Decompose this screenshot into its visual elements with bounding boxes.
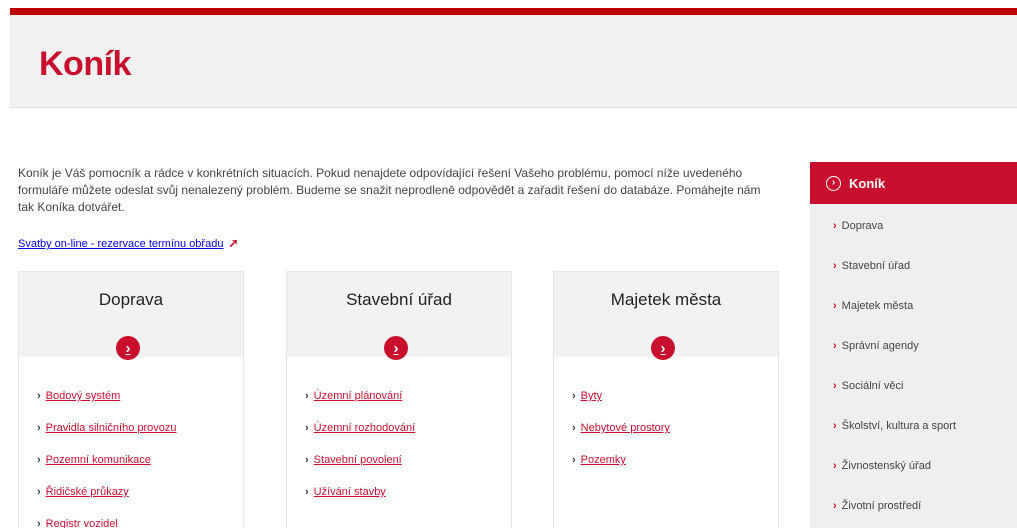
card-doprava: Doprava › › Bodový systém › Pravidla silni… [18,271,244,528]
card-link-list: › Bodový systém › Pravidla silničního prov… [37,389,177,528]
sidebar-item-spravni-agendy[interactable]: › Správní agendy [833,339,1017,379]
card-title: Doprava [98,290,164,309]
sidebar-nav: › Koník › Doprava › Stavební úřad › Majetek… [810,162,1017,528]
card-title: Majetek města [610,290,722,309]
card-link[interactable]: Pozemní komunikace [46,454,151,466]
chevron-right-icon[interactable]: › [116,336,140,360]
card-link[interactable]: Pravidla silničního provozu [46,422,177,434]
card-link[interactable]: Bodový systém [46,390,121,402]
card-title: Stavební úřad [346,290,452,309]
card-majetek-mesta: Majetek města › › Byty › Nebytové prostory… [553,271,779,528]
card-link[interactable]: Registr vozidel [46,518,118,528]
list-item: › Pozemní komunikace [37,453,177,485]
chevron-right-icon: › [833,260,837,272]
sidebar-item-label: Doprava [841,220,884,232]
svatby-link-row: Svatby on-line - rezervace termínu obřad… [18,236,239,251]
list-item: › Územní plánování [305,389,415,421]
svatby-link[interactable]: Svatby on-line - rezervace termínu obřad… [18,238,223,250]
chevron-right-icon: › [37,518,41,528]
chevron-right-icon: › [305,422,309,434]
chevron-right-icon: › [833,420,837,432]
chevron-right-icon: › [305,486,309,498]
sidebar-item-label: Sociální věci [841,380,904,392]
sidebar-item-label: Živnostenský úřad [841,460,931,472]
chevron-right-icon: › [305,390,309,402]
list-item: › Řidičské průkazy [37,485,177,517]
chevron-right-icon: › [833,380,837,392]
sidebar-item-zivnostensky-urad[interactable]: › Živnostenský úřad [833,459,1017,499]
external-link-icon[interactable]: ➚ [228,236,238,250]
chevron-right-circle-icon: › [826,175,841,191]
chevron-right-icon: › [572,422,576,434]
chevron-right-icon: › [37,486,41,498]
sidebar-item-majetek-mesta[interactable]: › Majetek města [833,299,1017,339]
chevron-right-icon: › [37,454,41,466]
list-item: › Územní rozhodování [305,421,415,453]
chevron-right-icon: › [37,390,41,402]
chevron-right-icon: › [572,454,576,466]
chevron-right-icon: › [833,340,837,352]
intro-text: Koník je Váš pomocník a rádce v konkrétn… [18,166,761,214]
chevron-right-icon: › [833,460,837,472]
chevron-right-icon: › [37,422,41,434]
sidebar-item-label: Stavební úřad [841,260,911,272]
top-accent-bar [10,8,1017,15]
card-link[interactable]: Stavební povolení [314,454,402,466]
chevron-right-icon: › [833,500,837,512]
list-item: › Stavební povolení [305,453,415,485]
sidebar-item-stavebni-urad[interactable]: › Stavební úřad [833,259,1017,299]
card-link[interactable]: Řidičské průkazy [46,486,129,498]
list-item: › Bodový systém [37,389,177,421]
chevron-right-icon[interactable]: › [384,336,408,360]
list-item: › Pravidla silničního provozu [37,421,177,453]
card-link[interactable]: Územní plánování [314,390,403,402]
page-header: Koník [10,15,1017,108]
list-item: › Byty [572,389,670,421]
sidebar-item-label: Majetek města [841,300,914,312]
sidebar-list: › Doprava › Stavební úřad › Majetek města ›… [810,204,1017,528]
chevron-right-icon: › [572,390,576,402]
card-link[interactable]: Územní rozhodování [314,422,416,434]
card-stavebni-urad: Stavební úřad › › Územní plánování › Územn… [286,271,512,528]
sidebar-item-doprava[interactable]: › Doprava [833,219,1017,259]
card-link-list: › Byty › Nebytové prostory › Pozemky [572,389,670,485]
sidebar-item-skolstvi[interactable]: › Školství, kultura a sport [833,419,1017,459]
sidebar-title: Koník [849,175,886,191]
chevron-right-icon[interactable]: › [651,336,675,360]
chevron-right-icon: › [833,220,837,232]
sidebar-item-label: Životní prostředí [841,500,922,512]
list-item: › Registr vozidel [37,517,177,528]
card-link[interactable]: Užívání stavby [314,486,386,498]
chevron-right-icon: › [833,300,837,312]
sidebar-item-label: Školství, kultura a sport [841,420,956,432]
card-link-list: › Územní plánování › Územní rozhodování › S… [305,389,415,517]
card-link[interactable]: Pozemky [581,454,626,466]
list-item: › Pozemky [572,453,670,485]
sidebar-item-socialni-veci[interactable]: › Sociální věci [833,379,1017,419]
card-link[interactable]: Nebytové prostory [581,422,670,434]
card-link[interactable]: Byty [581,390,602,402]
page-title: Koník [39,45,131,83]
sidebar-header[interactable]: › Koník [810,162,1017,204]
sidebar-item-label: Správní agendy [841,340,919,352]
list-item: › Nebytové prostory [572,421,670,453]
sidebar-item-zivotni-prostredi[interactable]: › Životní prostředí [833,499,1017,528]
chevron-right-icon: › [305,454,309,466]
list-item: › Užívání stavby [305,485,415,517]
